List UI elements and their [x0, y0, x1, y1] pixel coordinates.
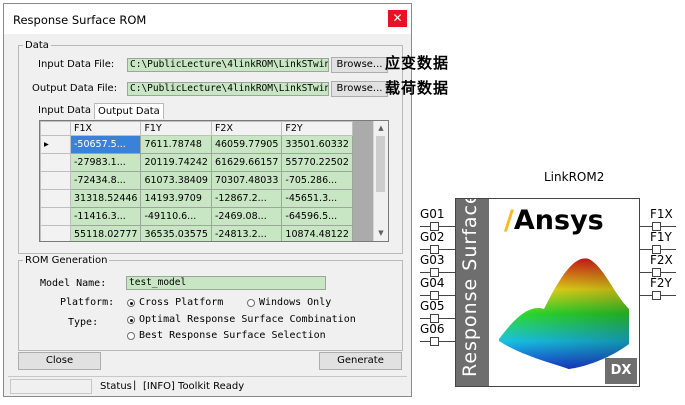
- dialog-title: Response Surface ROM: [13, 13, 147, 27]
- row-header[interactable]: [40, 189, 71, 208]
- table-cell[interactable]: -2469.08...: [210, 207, 283, 226]
- block-side-label: Response Surface: [459, 198, 481, 377]
- scroll-down-arrow-icon[interactable]: ▼: [374, 227, 388, 240]
- table-cell[interactable]: 61073.38409: [140, 171, 212, 190]
- column-header[interactable]: F1X: [69, 121, 142, 136]
- browse-output-button[interactable]: Browse...: [331, 81, 388, 97]
- close-button[interactable]: Close: [18, 352, 101, 370]
- table-cell[interactable]: -24813.2...: [210, 225, 283, 241]
- output-port-label: F2X: [650, 253, 673, 267]
- table-row[interactable]: 55118.02777 36535.03575 -24813.2... 1087…: [40, 225, 353, 241]
- strain-data-annotation: 应变数据: [385, 54, 450, 72]
- input-port-icon[interactable]: [430, 337, 439, 346]
- column-header[interactable]: F2Y: [281, 121, 353, 136]
- platform-windows-radio[interactable]: [247, 299, 255, 307]
- output-port-icon[interactable]: [652, 291, 661, 300]
- block-side-band: Response Surface: [456, 199, 489, 386]
- type-optimal-label[interactable]: Optimal Response Surface Combination: [139, 314, 356, 325]
- output-data-table: F1X F1Y F2X F2Y ▸ -50657.5... 7611.78748…: [39, 120, 389, 242]
- ansys-logo: /Ansys: [504, 205, 604, 236]
- response-surface-rom-dialog: Response Surface ROM ✕ Data Input Data F…: [3, 3, 412, 397]
- table-cell[interactable]: -49110.6...: [140, 207, 212, 226]
- block-title: LinkROM2: [544, 170, 605, 184]
- status-message: [INFO] Toolkit Ready: [143, 381, 245, 392]
- table-cell[interactable]: 55118.02777: [69, 225, 142, 241]
- title-bar[interactable]: Response Surface ROM ✕: [4, 4, 411, 34]
- scroll-up-arrow-icon[interactable]: ▲: [374, 122, 388, 135]
- status-bar: Status | [INFO] Toolkit Ready: [8, 376, 407, 396]
- table-row[interactable]: -72434.8... 61073.38409 70307.48033 -705…: [40, 171, 353, 190]
- table-cell[interactable]: 10874.48122: [281, 225, 353, 241]
- linkrom-block[interactable]: Response Surface /Ansys DX: [455, 198, 640, 387]
- input-port-label: G03: [420, 253, 445, 267]
- row-header[interactable]: [40, 153, 71, 172]
- tab-output-data[interactable]: Output Data: [94, 103, 164, 119]
- table-row[interactable]: 31318.52446 14193.9709 -12867.2... -4565…: [40, 189, 353, 208]
- type-best-label[interactable]: Best Response Surface Selection: [139, 330, 326, 341]
- table-row[interactable]: ▸ -50657.5... 7611.78748 46059.77905 335…: [40, 135, 353, 154]
- row-header-corner: [40, 121, 71, 136]
- generate-button[interactable]: Generate: [319, 352, 402, 370]
- model-name-input[interactable]: test_model: [126, 276, 326, 290]
- row-header[interactable]: [40, 225, 71, 241]
- browse-input-button[interactable]: Browse...: [331, 57, 388, 73]
- platform-cross-radio[interactable]: [127, 299, 135, 307]
- platform-windows-label[interactable]: Windows Only: [259, 297, 331, 308]
- table-cell[interactable]: -705.286...: [281, 171, 353, 190]
- status-label: Status: [100, 381, 132, 392]
- status-empty-segment: [10, 379, 92, 394]
- output-data-file-label: Output Data File:: [32, 83, 118, 94]
- table-cell[interactable]: -11416.3...: [69, 207, 142, 226]
- table-cell[interactable]: -64596.5...: [281, 207, 353, 226]
- table-cell[interactable]: 46059.77905: [210, 135, 283, 154]
- input-port-label: G01: [420, 207, 445, 221]
- input-port-label: G04: [420, 276, 445, 290]
- column-header[interactable]: F2X: [210, 121, 283, 136]
- table-cell[interactable]: 20119.74242: [140, 153, 212, 172]
- platform-cross-label[interactable]: Cross Platform: [139, 297, 223, 308]
- row-header[interactable]: [40, 171, 71, 190]
- table-cell[interactable]: -50657.5...: [69, 135, 142, 154]
- input-port-label: G06: [420, 322, 445, 336]
- table-cell[interactable]: 33501.60332: [281, 135, 353, 154]
- table-vertical-scrollbar[interactable]: ▲ ▼: [373, 121, 388, 241]
- table-cell[interactable]: -27983.1...: [69, 153, 142, 172]
- rom-generation-legend: ROM Generation: [25, 255, 108, 266]
- output-port-label: F1X: [650, 207, 673, 221]
- type-best-radio[interactable]: [127, 332, 135, 340]
- table-cell[interactable]: -72434.8...: [69, 171, 142, 190]
- table-header-row: F1X F1Y F2X F2Y: [40, 121, 353, 136]
- close-icon[interactable]: ✕: [388, 10, 407, 27]
- table-cell[interactable]: 31318.52446: [69, 189, 142, 208]
- output-data-file-field[interactable]: C:\PublicLecture\4linkROM\LinkSTwin\1:: [127, 82, 329, 96]
- table-cell[interactable]: 7611.78748: [140, 135, 212, 154]
- table-cell[interactable]: 55770.22502: [281, 153, 353, 172]
- current-row-marker-icon: ▸: [40, 135, 71, 154]
- input-port-label: G02: [420, 230, 445, 244]
- output-port-label: F2Y: [650, 276, 672, 290]
- type-label: Type:: [68, 317, 99, 328]
- input-data-file-field[interactable]: C:\PublicLecture\4linkROM\LinkSTwin\1:: [127, 58, 329, 72]
- dx-badge: DX: [605, 358, 637, 384]
- row-header[interactable]: [40, 207, 71, 226]
- data-group-legend: Data: [25, 40, 49, 51]
- table-row[interactable]: -11416.3... -49110.6... -2469.08... -645…: [40, 207, 353, 226]
- platform-label: Platform:: [60, 297, 115, 308]
- type-optimal-radio[interactable]: [127, 316, 135, 324]
- table-cell[interactable]: 14193.9709: [140, 189, 212, 208]
- model-name-label: Model Name:: [40, 278, 107, 289]
- output-port-label: F1Y: [650, 230, 672, 244]
- table-cell[interactable]: -12867.2...: [210, 189, 283, 208]
- table-cell[interactable]: 36535.03575: [140, 225, 212, 241]
- input-data-file-label: Input Data File:: [38, 59, 115, 70]
- table-cell[interactable]: 61629.66157: [210, 153, 283, 172]
- table-row[interactable]: -27983.1... 20119.74242 61629.66157 5577…: [40, 153, 353, 172]
- scrollbar-thumb[interactable]: [376, 136, 385, 192]
- column-header[interactable]: F1Y: [140, 121, 212, 136]
- input-port-label: G05: [420, 299, 445, 313]
- table-cell[interactable]: 70307.48033: [210, 171, 283, 190]
- tab-input-data[interactable]: Input Data: [35, 103, 94, 119]
- load-data-annotation: 载荷数据: [385, 79, 450, 97]
- table-cell[interactable]: -45651.3...: [281, 189, 353, 208]
